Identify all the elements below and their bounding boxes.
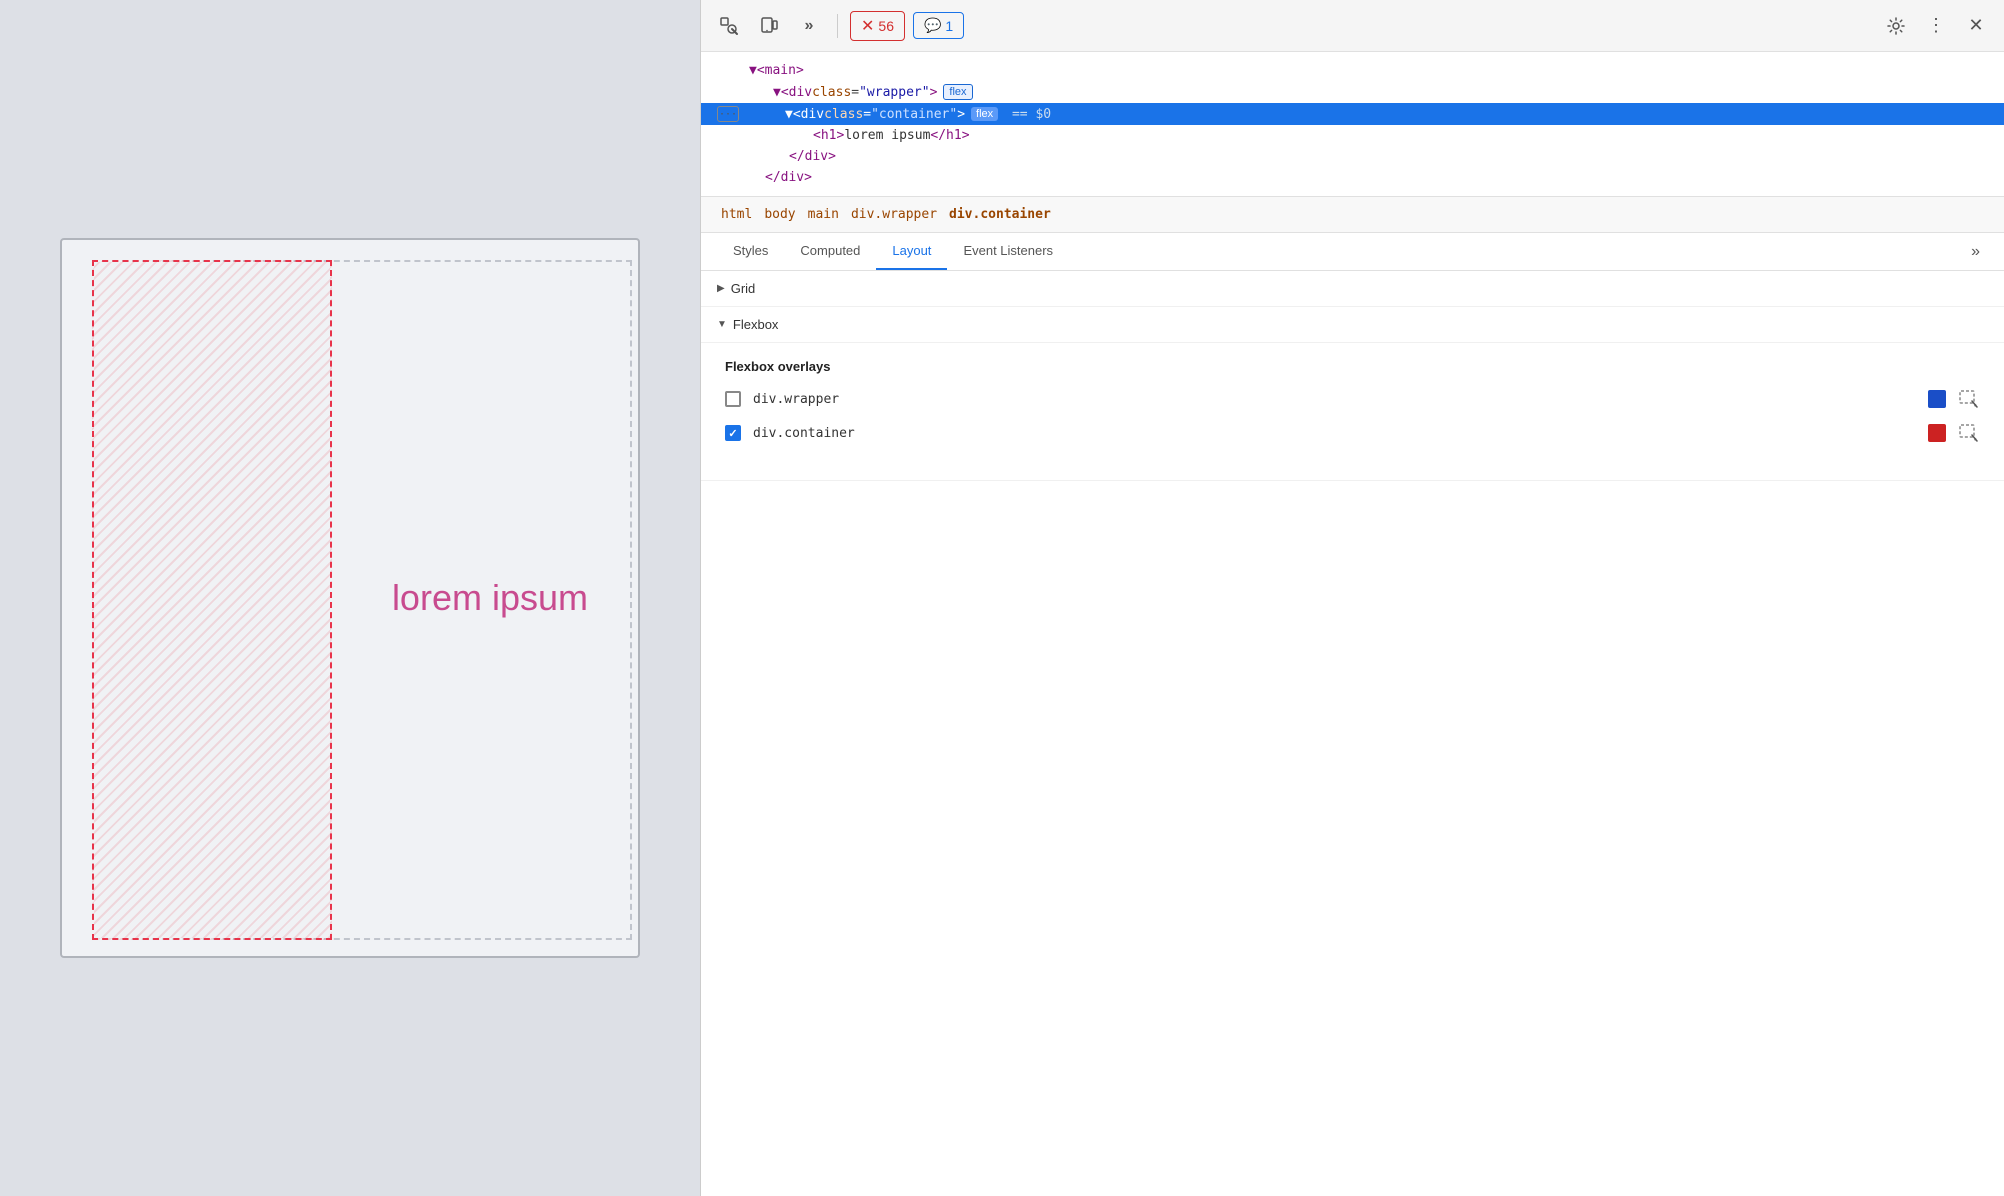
overlay-label-container: div.container [753,426,1916,441]
overlay-checkbox-wrapper[interactable] [725,391,741,407]
dollar-sign: == $0 [1004,107,1051,122]
layout-content: ▶ Grid ▼ Flexbox Flexbox overlays div.wr… [701,271,2004,1196]
settings-button[interactable] [1880,10,1912,42]
grid-section-label: Grid [731,281,756,296]
flexbox-overlays-title: Flexbox overlays [725,359,1980,374]
flexbox-arrow-icon: ▼ [717,319,727,330]
more-options-icon: ⋮ [1927,15,1945,36]
error-badge-button[interactable]: ✕ 56 [850,11,905,41]
breadcrumb: html body main div.wrapper div.container [701,197,2004,233]
overlay-checkbox-container[interactable] [725,425,741,441]
breadcrumb-div-wrapper[interactable]: div.wrapper [847,205,941,224]
breadcrumb-main[interactable]: main [804,205,843,224]
info-icon: 💬 [924,17,941,34]
overlay-highlight-container-button[interactable] [1958,422,1980,444]
dom-tree-row-h1[interactable]: <h1> lorem ipsum </h1> [701,125,2004,146]
flexbox-section-body: Flexbox overlays div.wrapper div.contain… [701,343,2004,481]
preview-panel: lorem ipsum [0,0,700,1196]
attr-class-wrapper: class [812,85,851,100]
overlay-highlight-wrapper-button[interactable] [1958,388,1980,410]
overlay-label-wrapper: div.wrapper [753,392,1916,407]
dom-tree-row-wrapper[interactable]: ▼<div class = "wrapper" > flex [701,81,2004,103]
overlay-color-container[interactable] [1928,424,1946,442]
flex-badge-container: flex [971,107,998,121]
tab-computed[interactable]: Computed [784,233,876,270]
breadcrumb-div-container[interactable]: div.container [945,205,1055,224]
info-count: 1 [945,18,953,34]
more-options-button[interactable]: ⋮ [1920,10,1952,42]
devtools-toolbar: » ✕ 56 💬 1 ⋮ ✕ [701,0,2004,52]
dom-tree-row-close-wrapper[interactable]: </div> [701,167,2004,188]
overlay-row-container: div.container [725,422,1980,444]
error-icon: ✕ [861,16,874,36]
attr-value-wrapper: "wrapper" [859,85,929,100]
breadcrumb-html[interactable]: html [717,205,756,224]
dom-tree-row-container[interactable]: ··· ▼<div class = "container" > flex == … [701,103,2004,125]
dom-tree-row-main[interactable]: ▼<main> [701,60,2004,81]
overlay-color-wrapper[interactable] [1928,390,1946,408]
overlay-row-wrapper: div.wrapper [725,388,1980,410]
close-icon: ✕ [1968,15,1983,36]
grid-arrow-icon: ▶ [717,283,725,294]
close-devtools-button[interactable]: ✕ [1960,10,1992,42]
tabs-bar: Styles Computed Layout Event Listeners » [701,233,2004,271]
more-tools-button[interactable]: » [793,10,825,42]
more-tools-icon: » [805,17,814,35]
info-badge-button[interactable]: 💬 1 [913,12,964,39]
error-count: 56 [878,18,894,34]
breadcrumb-body[interactable]: body [760,205,799,224]
device-toolbar-button[interactable] [753,10,785,42]
grid-section-header[interactable]: ▶ Grid [701,271,2004,307]
flexbox-section-label: Flexbox [733,317,779,332]
flexbox-section-header[interactable]: ▼ Flexbox [701,307,2004,343]
dom-tree: ▼<main> ▼<div class = "wrapper" > flex ·… [701,52,2004,197]
browser-window: lorem ipsum [60,238,640,958]
inspect-element-button[interactable] [713,10,745,42]
tabs-more-button[interactable]: » [1963,235,1988,269]
tab-layout[interactable]: Layout [876,233,947,270]
lorem-ipsum-text: lorem ipsum [392,577,588,619]
flex-badge-wrapper: flex [943,84,972,100]
tab-styles[interactable]: Styles [717,233,784,270]
tag-main: ▼<main> [749,63,804,78]
devtools-panel: » ✕ 56 💬 1 ⋮ ✕ ▼<main> [700,0,2004,1196]
container-overlay [92,260,332,940]
toolbar-divider [837,14,838,38]
tag-div-wrapper: ▼<div [773,85,812,100]
tab-event-listeners[interactable]: Event Listeners [947,233,1069,270]
dom-tree-row-close-container[interactable]: </div> [701,146,2004,167]
ellipsis-button[interactable]: ··· [717,106,739,122]
